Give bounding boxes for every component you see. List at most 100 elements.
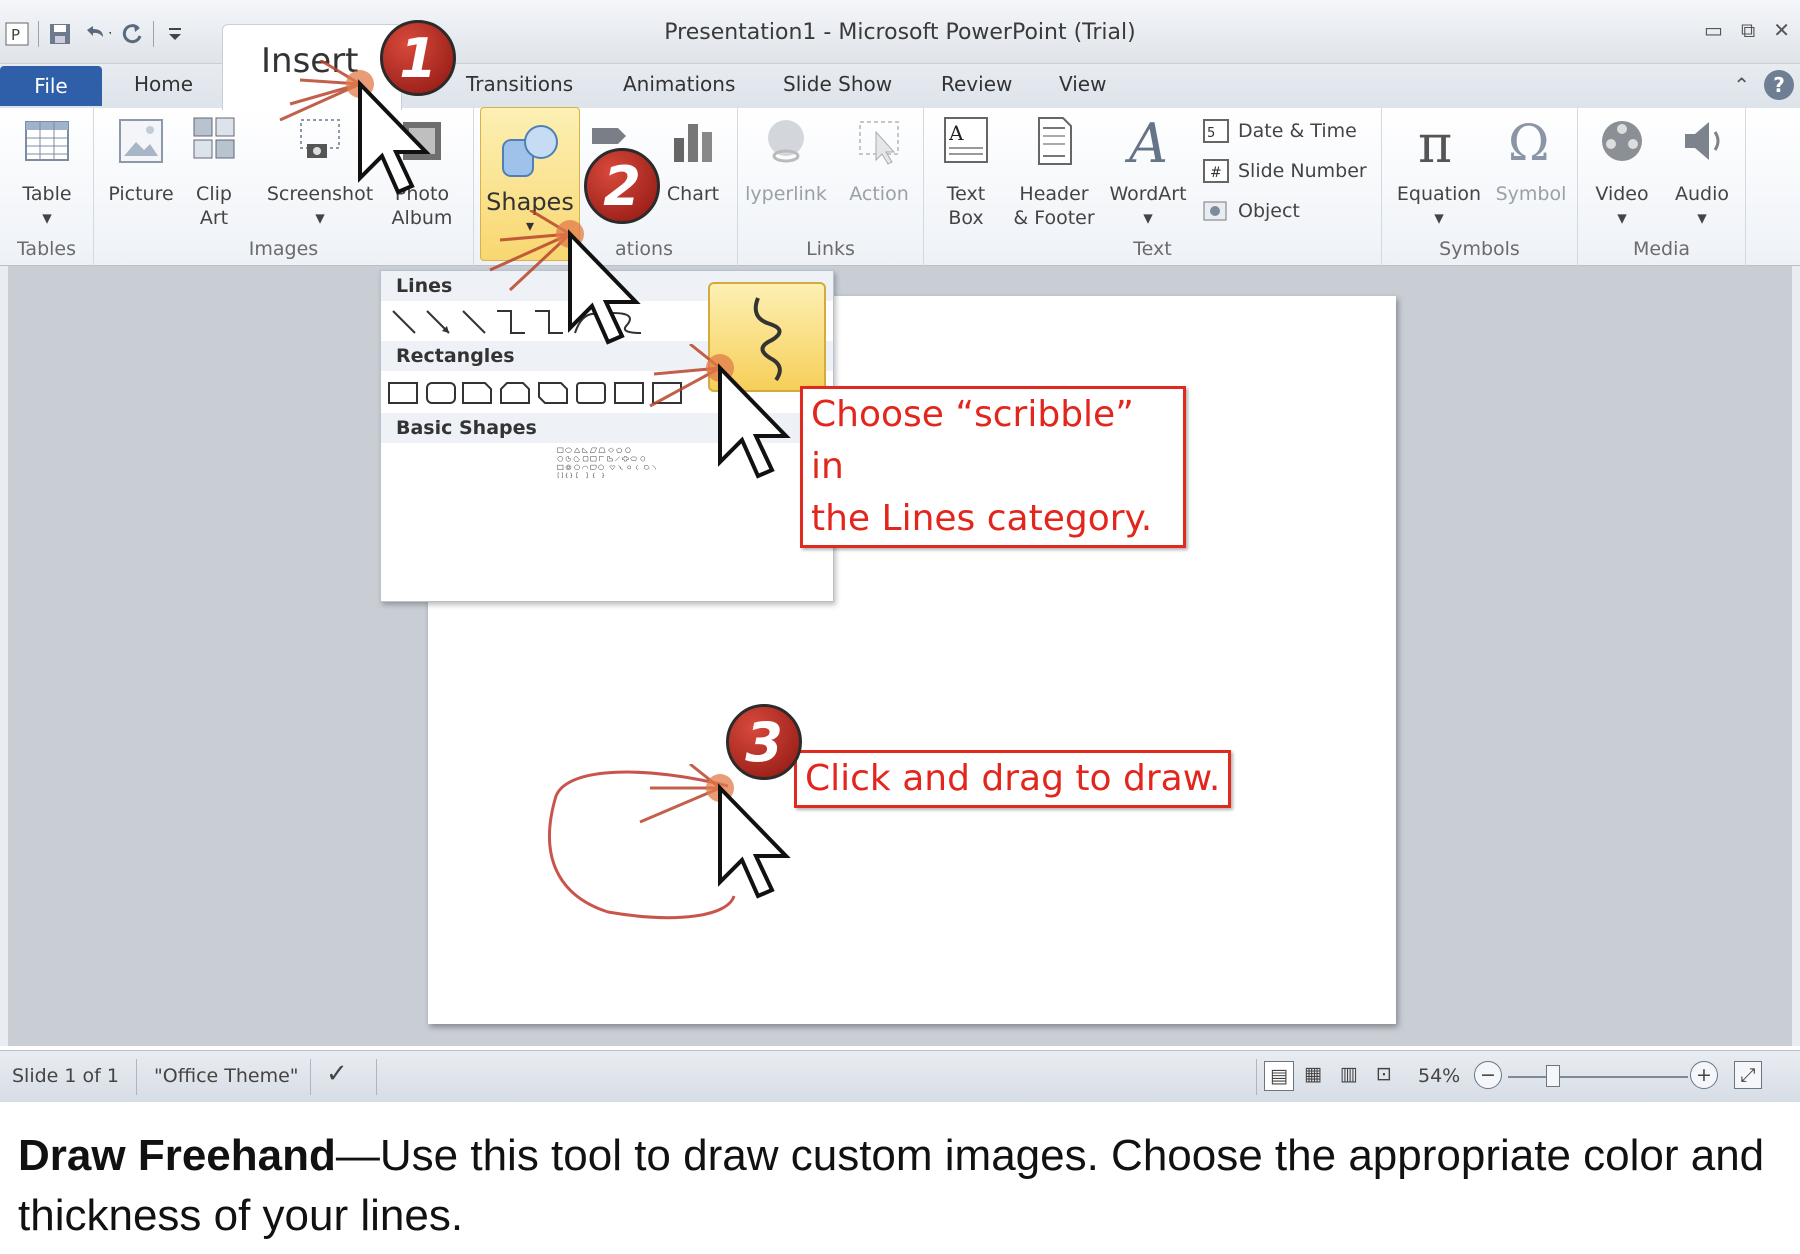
chevron-down-icon: ▾ — [1143, 207, 1153, 229]
picture-label: Picture — [108, 183, 174, 205]
hyperlink-label: lyperlink — [745, 183, 827, 205]
video-button[interactable]: Video ▾ — [1584, 114, 1660, 230]
picture-button[interactable]: Picture — [104, 114, 178, 206]
action-button[interactable]: Action — [842, 114, 916, 206]
svg-text:#: # — [1210, 165, 1222, 181]
minimize-icon[interactable]: ▭ — [1704, 18, 1723, 42]
group-label-tables: Tables — [16, 238, 77, 260]
caption-title: Draw Freehand — [18, 1131, 336, 1180]
wordart-icon: A — [1124, 112, 1168, 175]
slide-show-view-icon[interactable]: ⊡ — [1376, 1063, 1392, 1085]
chart-label: Chart — [666, 183, 720, 205]
chevron-down-icon: ▾ — [1697, 207, 1707, 229]
group-label-media: Media — [1632, 238, 1691, 260]
chevron-down-icon: ▾ — [1617, 207, 1627, 229]
status-separator — [1256, 1059, 1257, 1095]
symbol-button[interactable]: Ω Symbol — [1490, 114, 1572, 206]
audio-button[interactable]: Audio ▾ — [1664, 114, 1740, 230]
window-controls: ▭ ⧉ ✕ — [1704, 18, 1790, 42]
table-icon — [25, 121, 69, 161]
clip-art-icon — [193, 117, 235, 159]
hyperlink-button[interactable]: lyperlink — [738, 114, 834, 206]
speaker-icon — [1685, 122, 1720, 160]
header-footer-label-line1: Header — [1019, 183, 1089, 205]
header-footer-label-line2: & Footer — [1013, 207, 1095, 229]
callout-scribble: Choose “scribble” in the Lines category. — [800, 386, 1186, 548]
group-label-symbols: Symbols — [1439, 238, 1520, 260]
chart-button[interactable]: Chart — [660, 114, 726, 206]
tab-view[interactable]: View — [1059, 72, 1106, 96]
zoom-slider[interactable] — [1508, 1076, 1688, 1078]
spell-check-icon[interactable]: ✓ — [326, 1059, 348, 1089]
video-label: Video — [1595, 183, 1649, 205]
object-label: Object — [1238, 200, 1300, 222]
callout-scribble-line2: the Lines category. — [811, 498, 1153, 539]
zoom-slider-thumb[interactable] — [1546, 1065, 1560, 1087]
reading-view-icon[interactable]: ▥ — [1340, 1063, 1358, 1085]
group-label-links: Links — [806, 238, 855, 260]
wordart-label: WordArt — [1109, 183, 1187, 205]
group-links: lyperlink Action Links — [738, 108, 924, 266]
slide-number-button[interactable]: # Slide Number — [1202, 158, 1367, 184]
status-separator — [136, 1059, 137, 1095]
slide-workspace[interactable] — [0, 266, 1800, 1046]
slide-sorter-icon[interactable]: ▦ — [1304, 1063, 1322, 1085]
tab-file[interactable]: File — [0, 66, 102, 106]
status-bar: Slide 1 of 1 "Office Theme" ✓ ▤ ▦ ▥ ⊡ 54… — [0, 1050, 1800, 1102]
clip-art-label-line1: Clip — [196, 183, 232, 205]
svg-text:5: 5 — [1207, 126, 1215, 141]
group-media: Video ▾ Audio ▾ Media — [1578, 108, 1746, 266]
zoom-in-icon[interactable]: + — [1690, 1061, 1718, 1089]
normal-view-icon[interactable]: ▤ — [1264, 1061, 1294, 1091]
equation-label: Equation — [1396, 183, 1482, 205]
tab-home[interactable]: Home — [134, 72, 193, 96]
equation-button[interactable]: π Equation ▾ — [1390, 114, 1488, 230]
cursor-arrow-icon — [279, 60, 431, 195]
zoom-level[interactable]: 54% — [1418, 1065, 1460, 1087]
group-tables: Table ▾ Tables — [0, 108, 94, 266]
fit-to-window-icon[interactable]: ⤢ — [1734, 1061, 1762, 1089]
group-label-text: Text — [1133, 238, 1172, 260]
table-button[interactable]: Table ▾ — [10, 114, 84, 230]
header-footer-button[interactable]: Header & Footer — [1008, 114, 1100, 230]
callout-draw: Click and drag to draw. — [794, 750, 1232, 808]
group-symbols: π Equation ▾ Ω Symbol Symbols — [1382, 108, 1578, 266]
svg-text:Ω: Ω — [1508, 114, 1549, 168]
header-footer-icon — [1038, 117, 1072, 165]
status-separator — [310, 1059, 311, 1095]
minimize-ribbon-icon[interactable]: ⌃ — [1733, 73, 1750, 97]
clip-art-label-line2: Art — [199, 207, 229, 229]
cursor-arrow-icon — [649, 344, 791, 479]
clip-art-button[interactable]: Clip Art — [186, 114, 242, 230]
object-button[interactable]: Object — [1202, 198, 1300, 224]
tab-animations[interactable]: Animations — [623, 72, 735, 96]
object-icon — [1203, 201, 1227, 221]
tab-slide-show[interactable]: Slide Show — [783, 72, 892, 96]
photo-album-label-line2: Album — [391, 207, 453, 229]
cursor-arrow-icon — [489, 210, 641, 345]
slide-number-label: Slide Number — [1238, 160, 1367, 182]
picture-icon — [119, 119, 163, 163]
date-time-label: Date & Time — [1238, 120, 1357, 142]
film-reel-icon — [1602, 121, 1642, 161]
chevron-down-icon: ▾ — [1434, 207, 1444, 229]
tab-transitions[interactable]: Transitions — [466, 72, 573, 96]
audio-label: Audio — [1674, 183, 1729, 205]
symbol-label: Symbol — [1495, 183, 1567, 205]
shapes-icon — [502, 125, 558, 177]
chevron-down-icon: ▾ — [315, 207, 325, 229]
svg-text:A: A — [1124, 114, 1168, 168]
help-icon[interactable]: ? — [1764, 70, 1794, 100]
close-icon[interactable]: ✕ — [1773, 18, 1790, 42]
zoom-out-icon[interactable]: − — [1474, 1061, 1502, 1089]
tab-review[interactable]: Review — [941, 72, 1012, 96]
date-time-button[interactable]: 5 Date & Time — [1202, 118, 1357, 144]
calendar-icon: 5 — [1203, 119, 1229, 143]
equation-icon: π — [1418, 115, 1452, 175]
restore-icon[interactable]: ⧉ — [1741, 18, 1755, 42]
omega-icon: Ω — [1508, 114, 1549, 172]
group-text: A Text Box Header & Footer A WordArt ▾ 5… — [924, 108, 1382, 266]
wordart-button[interactable]: A WordArt ▾ — [1104, 112, 1192, 230]
text-box-button[interactable]: A Text Box — [930, 114, 1002, 230]
chevron-down-icon: ▾ — [42, 207, 52, 229]
